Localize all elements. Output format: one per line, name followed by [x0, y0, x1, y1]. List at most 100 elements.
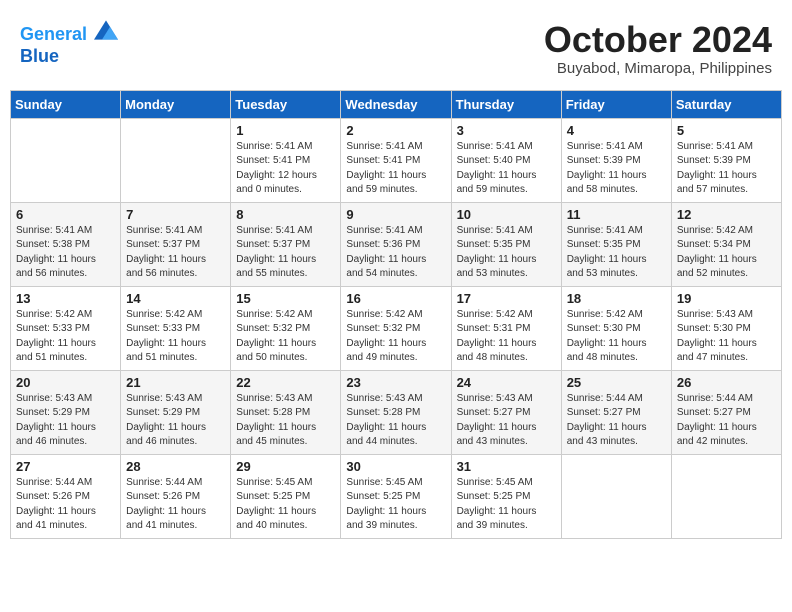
calendar-day-cell: 21 Sunrise: 5:43 AMSunset: 5:29 PMDayligh…	[121, 370, 231, 454]
calendar-day-cell: 20 Sunrise: 5:43 AMSunset: 5:29 PMDayligh…	[11, 370, 121, 454]
day-info: Sunrise: 5:45 AMSunset: 5:25 PMDaylight:…	[346, 476, 445, 534]
day-info: Sunrise: 5:41 AMSunset: 5:41 PMDaylight:…	[346, 140, 445, 198]
calendar-day-cell: 31Sunrise: 5:45 AMSunset: 5:25 PMDayligh…	[451, 454, 561, 538]
weekday-header: Friday	[561, 90, 671, 118]
day-info: Sunrise: 5:43 AMSunset: 5:29 PMDaylight:…	[16, 392, 115, 450]
day-info: Sunrise: 5:43 AMSunset: 5:28 PMDaylight:…	[346, 392, 445, 450]
calendar-table: SundayMondayTuesdayWednesdayThursdayFrid…	[10, 90, 782, 539]
calendar-day-cell: 15Sunrise: 5:42 AMSunset: 5:32 PMDayligh…	[231, 286, 341, 370]
calendar-week-row: 27Sunrise: 5:44 AMSunset: 5:26 PMDayligh…	[11, 454, 782, 538]
day-info: Sunrise: 5:44 AMSunset: 5:27 PMDaylight:…	[567, 392, 666, 450]
calendar-week-row: 20 Sunrise: 5:43 AMSunset: 5:29 PMDayligh…	[11, 370, 782, 454]
day-number: 20	[16, 375, 115, 390]
day-info: Sunrise: 5:42 AMSunset: 5:30 PMDaylight:…	[567, 308, 666, 366]
day-info: Sunrise: 5:42 AMSunset: 5:32 PMDaylight:…	[346, 308, 445, 366]
day-number: 25	[567, 375, 666, 390]
calendar-day-cell: 28 Sunrise: 5:44 AMSunset: 5:26 PMDayligh…	[121, 454, 231, 538]
calendar-day-cell: 14 Sunrise: 5:42 AMSunset: 5:33 PMDayligh…	[121, 286, 231, 370]
day-number: 31	[457, 459, 556, 474]
day-info: Sunrise: 5:44 AMSunset: 5:26 PMDaylight:…	[126, 476, 225, 534]
weekday-header: Saturday	[671, 90, 781, 118]
day-number: 28	[126, 459, 225, 474]
calendar-header-row: SundayMondayTuesdayWednesdayThursdayFrid…	[11, 90, 782, 118]
day-info: Sunrise: 5:43 AMSunset: 5:29 PMDaylight:…	[126, 392, 225, 450]
day-number: 21	[126, 375, 225, 390]
calendar-day-cell	[11, 118, 121, 202]
calendar-day-cell: 25 Sunrise: 5:44 AMSunset: 5:27 PMDayligh…	[561, 370, 671, 454]
weekday-header: Monday	[121, 90, 231, 118]
calendar-day-cell: 8 Sunrise: 5:41 AMSunset: 5:37 PMDaylight…	[231, 202, 341, 286]
calendar-day-cell: 6Sunrise: 5:41 AMSunset: 5:38 PMDaylight…	[11, 202, 121, 286]
title-area: October 2024 Buyabod, Mimaropa, Philippi…	[544, 20, 772, 77]
day-number: 4	[567, 123, 666, 138]
day-number: 3	[457, 123, 556, 138]
day-number: 7	[126, 207, 225, 222]
day-number: 19	[677, 291, 776, 306]
calendar-day-cell: 13 Sunrise: 5:42 AMSunset: 5:33 PMDayligh…	[11, 286, 121, 370]
day-info: Sunrise: 5:42 AMSunset: 5:34 PMDaylight:…	[677, 224, 776, 282]
day-info: Sunrise: 5:45 AMSunset: 5:25 PMDaylight:…	[236, 476, 335, 534]
day-number: 15	[236, 291, 335, 306]
calendar-week-row: 6Sunrise: 5:41 AMSunset: 5:38 PMDaylight…	[11, 202, 782, 286]
logo: General Blue	[20, 20, 118, 67]
calendar-day-cell: 5 Sunrise: 5:41 AMSunset: 5:39 PMDaylight…	[671, 118, 781, 202]
day-info: Sunrise: 5:41 AMSunset: 5:41 PMDaylight:…	[236, 140, 335, 198]
calendar-day-cell: 11 Sunrise: 5:41 AMSunset: 5:35 PMDayligh…	[561, 202, 671, 286]
calendar-day-cell: 18Sunrise: 5:42 AMSunset: 5:30 PMDayligh…	[561, 286, 671, 370]
calendar-day-cell: 7 Sunrise: 5:41 AMSunset: 5:37 PMDaylight…	[121, 202, 231, 286]
day-number: 30	[346, 459, 445, 474]
calendar-day-cell: 4 Sunrise: 5:41 AMSunset: 5:39 PMDaylight…	[561, 118, 671, 202]
weekday-header: Sunday	[11, 90, 121, 118]
calendar-day-cell: 12 Sunrise: 5:42 AMSunset: 5:34 PMDayligh…	[671, 202, 781, 286]
calendar-week-row: 1Sunrise: 5:41 AMSunset: 5:41 PMDaylight…	[11, 118, 782, 202]
weekday-header: Thursday	[451, 90, 561, 118]
calendar-day-cell: 9 Sunrise: 5:41 AMSunset: 5:36 PMDaylight…	[341, 202, 451, 286]
calendar-day-cell: 23Sunrise: 5:43 AMSunset: 5:28 PMDayligh…	[341, 370, 451, 454]
page-header: General Blue October 2024 Buyabod, Mimar…	[10, 10, 782, 82]
day-number: 29	[236, 459, 335, 474]
day-number: 11	[567, 207, 666, 222]
day-info: Sunrise: 5:41 AMSunset: 5:35 PMDaylight:…	[457, 224, 556, 282]
day-number: 8	[236, 207, 335, 222]
day-info: Sunrise: 5:43 AMSunset: 5:30 PMDaylight:…	[677, 308, 776, 366]
calendar-day-cell: 3Sunrise: 5:41 AMSunset: 5:40 PMDaylight…	[451, 118, 561, 202]
calendar-day-cell: 1Sunrise: 5:41 AMSunset: 5:41 PMDaylight…	[231, 118, 341, 202]
day-number: 12	[677, 207, 776, 222]
day-info: Sunrise: 5:41 AMSunset: 5:37 PMDaylight:…	[126, 224, 225, 282]
logo-icon	[94, 20, 118, 40]
calendar-day-cell	[121, 118, 231, 202]
day-number: 5	[677, 123, 776, 138]
day-info: Sunrise: 5:42 AMSunset: 5:31 PMDaylight:…	[457, 308, 556, 366]
calendar-day-cell: 10 Sunrise: 5:41 AMSunset: 5:35 PMDayligh…	[451, 202, 561, 286]
day-number: 13	[16, 291, 115, 306]
day-number: 26	[677, 375, 776, 390]
calendar-week-row: 13 Sunrise: 5:42 AMSunset: 5:33 PMDayligh…	[11, 286, 782, 370]
calendar-day-cell: 22Sunrise: 5:43 AMSunset: 5:28 PMDayligh…	[231, 370, 341, 454]
day-info: Sunrise: 5:42 AMSunset: 5:33 PMDaylight:…	[16, 308, 115, 366]
day-info: Sunrise: 5:41 AMSunset: 5:39 PMDaylight:…	[677, 140, 776, 198]
calendar-day-cell: 29 Sunrise: 5:45 AMSunset: 5:25 PMDayligh…	[231, 454, 341, 538]
day-number: 17	[457, 291, 556, 306]
month-title: October 2024	[544, 20, 772, 60]
day-info: Sunrise: 5:41 AMSunset: 5:36 PMDaylight:…	[346, 224, 445, 282]
day-info: Sunrise: 5:41 AMSunset: 5:38 PMDaylight:…	[16, 224, 115, 282]
day-number: 14	[126, 291, 225, 306]
day-info: Sunrise: 5:41 AMSunset: 5:39 PMDaylight:…	[567, 140, 666, 198]
day-number: 10	[457, 207, 556, 222]
day-number: 16	[346, 291, 445, 306]
logo-general: General	[20, 24, 87, 44]
calendar-day-cell: 16 Sunrise: 5:42 AMSunset: 5:32 PMDayligh…	[341, 286, 451, 370]
weekday-header: Wednesday	[341, 90, 451, 118]
day-info: Sunrise: 5:43 AMSunset: 5:28 PMDaylight:…	[236, 392, 335, 450]
day-info: Sunrise: 5:42 AMSunset: 5:33 PMDaylight:…	[126, 308, 225, 366]
calendar-day-cell: 2Sunrise: 5:41 AMSunset: 5:41 PMDaylight…	[341, 118, 451, 202]
calendar-day-cell: 19 Sunrise: 5:43 AMSunset: 5:30 PMDayligh…	[671, 286, 781, 370]
day-info: Sunrise: 5:41 AMSunset: 5:35 PMDaylight:…	[567, 224, 666, 282]
weekday-header: Tuesday	[231, 90, 341, 118]
calendar-day-cell	[561, 454, 671, 538]
day-number: 9	[346, 207, 445, 222]
calendar-body: 1Sunrise: 5:41 AMSunset: 5:41 PMDaylight…	[11, 118, 782, 538]
day-number: 24	[457, 375, 556, 390]
day-info: Sunrise: 5:43 AMSunset: 5:27 PMDaylight:…	[457, 392, 556, 450]
day-info: Sunrise: 5:41 AMSunset: 5:37 PMDaylight:…	[236, 224, 335, 282]
